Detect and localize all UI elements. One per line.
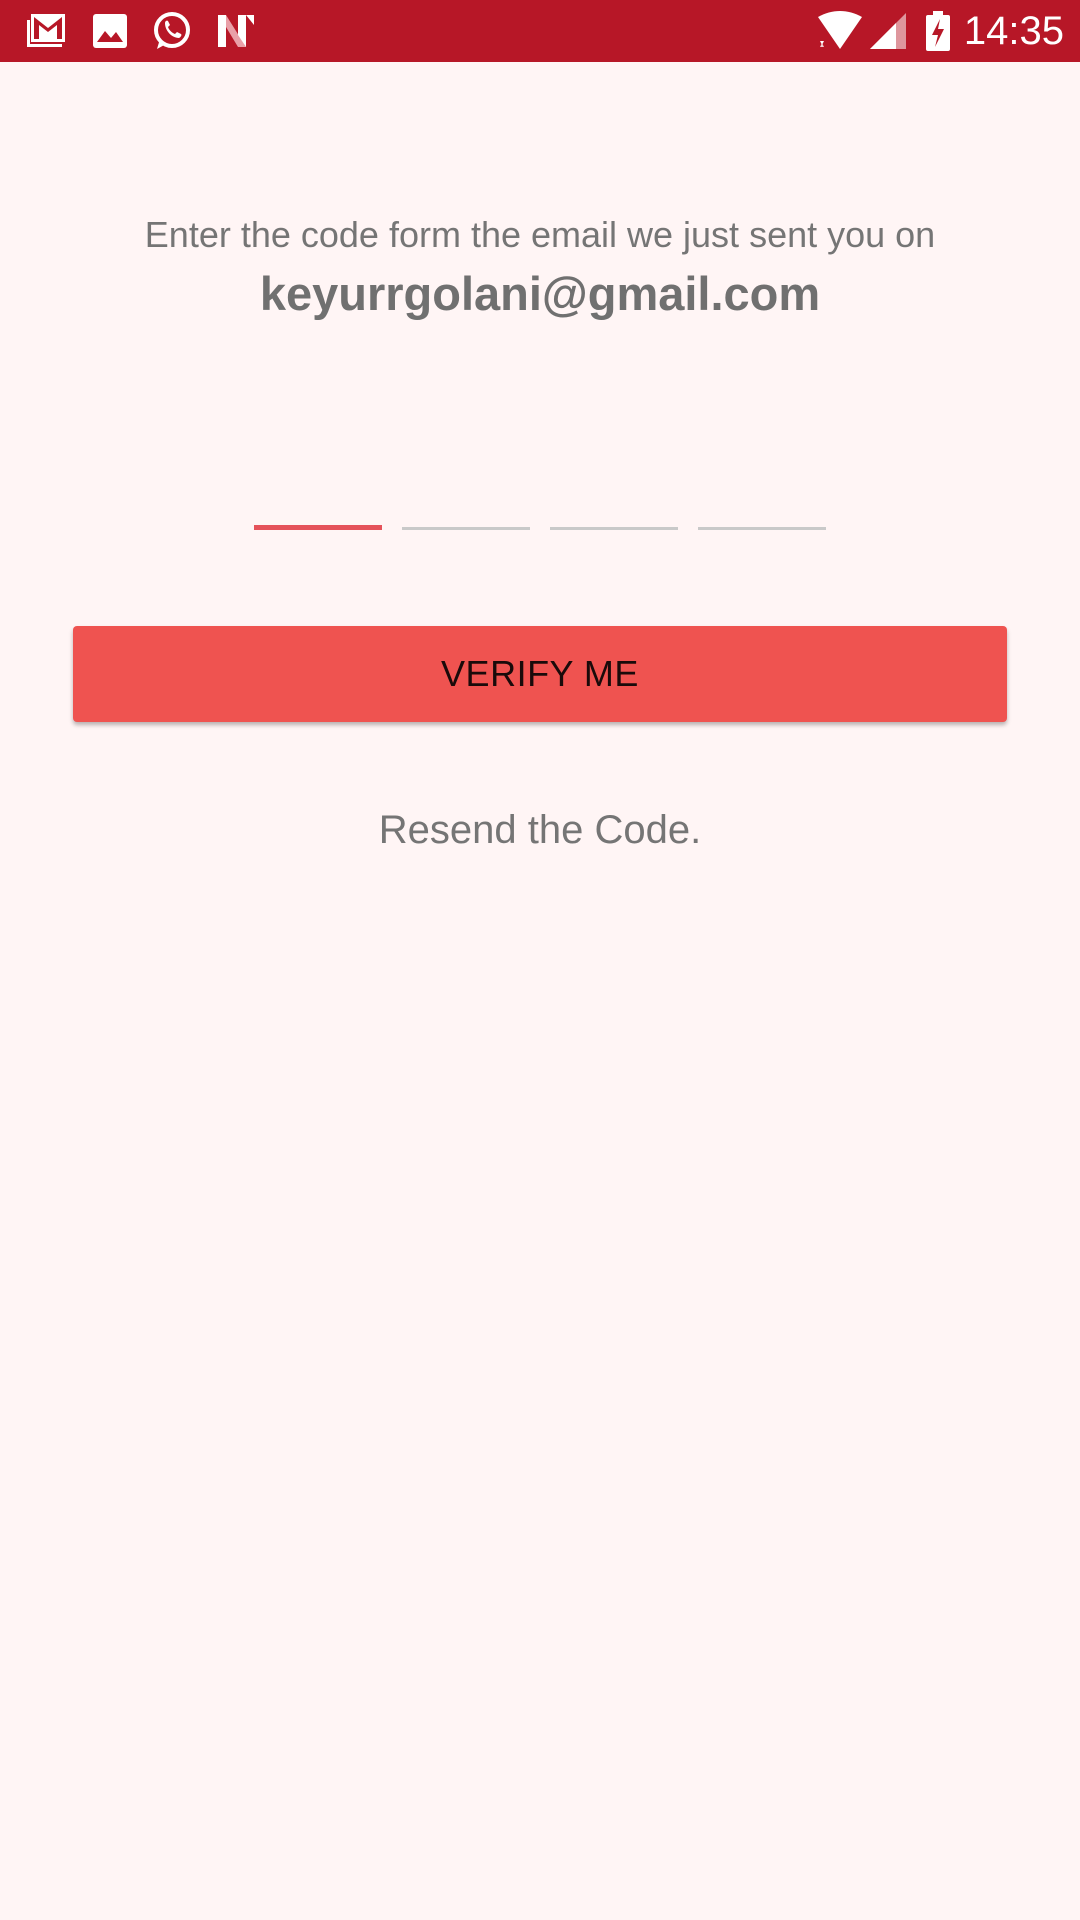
email-address: keyurrgolani@gmail.com	[259, 267, 821, 320]
gallery-icon	[88, 11, 132, 51]
code-digit-3[interactable]	[550, 470, 678, 530]
code-digit-2[interactable]	[402, 470, 530, 530]
cellular-signal-icon	[868, 11, 908, 51]
whatsapp-icon	[150, 11, 194, 51]
status-bar: 14:35	[0, 0, 1080, 62]
status-time: 14:35	[963, 9, 1064, 53]
gmail-icon	[24, 11, 68, 51]
resend-code-link[interactable]: Resend the Code.	[0, 806, 1080, 854]
battery-charging-icon	[924, 11, 952, 51]
code-digit-1[interactable]	[254, 470, 382, 530]
verify-button[interactable]: VERIFY ME	[73, 626, 1007, 722]
wifi-icon	[816, 11, 864, 51]
instruction-text: Enter the code form the email we just se…	[144, 214, 936, 255]
app-n-icon	[214, 11, 258, 51]
code-digit-4[interactable]	[698, 470, 826, 530]
